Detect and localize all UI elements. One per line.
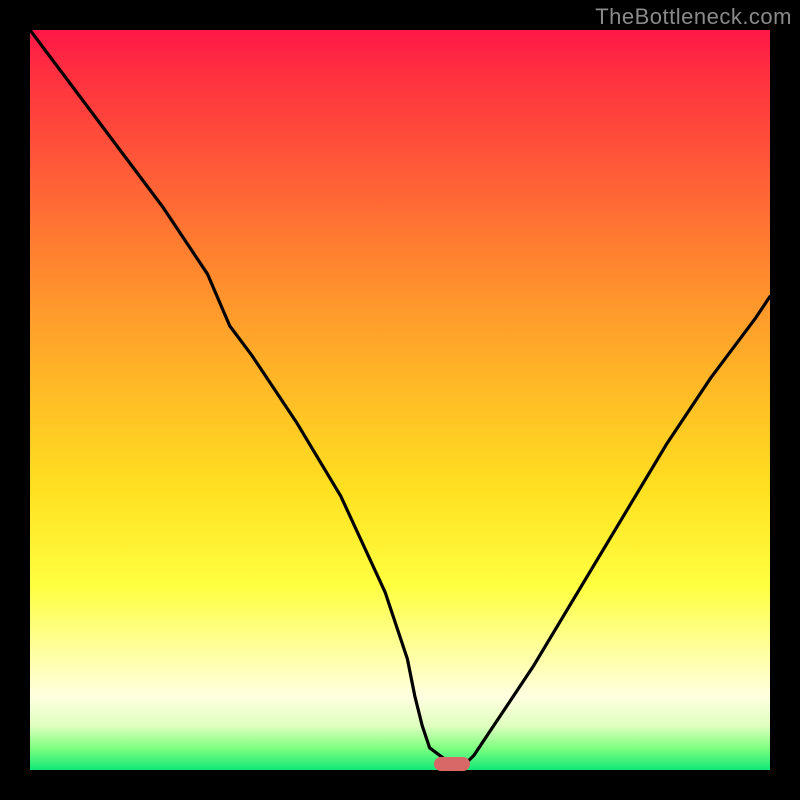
bottleneck-curve [30,30,770,770]
bottleneck-marker [434,757,470,771]
plot-area [30,30,770,770]
chart-frame: TheBottleneck.com [0,0,800,800]
watermark-text: TheBottleneck.com [595,4,792,30]
